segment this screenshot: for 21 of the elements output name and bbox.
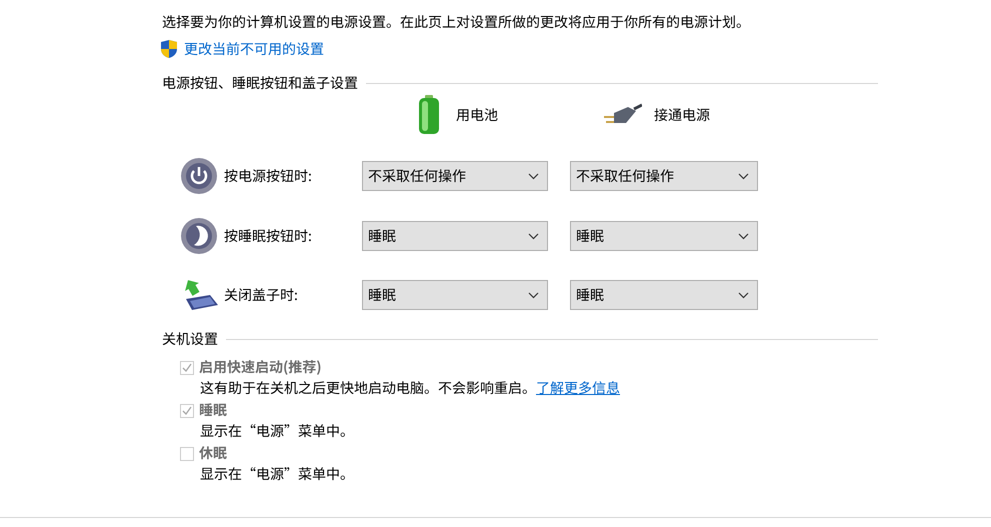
- row-label: 按睡眠按钮时:: [224, 226, 313, 246]
- row-label: 按电源按钮时:: [224, 166, 313, 186]
- action-dropdown[interactable]: 不采取任何操作: [362, 161, 548, 191]
- option-description: 显示在“电源”菜单中。: [200, 421, 355, 442]
- column-heading: 用电池: [456, 105, 498, 125]
- action-dropdown[interactable]: 不采取任何操作: [570, 161, 758, 191]
- column-heading: 接通电源: [654, 105, 710, 125]
- option-label: 启用快速启动(推荐): [199, 357, 322, 378]
- action-dropdown[interactable]: 睡眠: [570, 280, 758, 310]
- row-label: 关闭盖子时:: [224, 285, 299, 305]
- option-label: 休眠: [199, 443, 227, 464]
- section-title: 关机设置: [162, 329, 218, 349]
- action-dropdown[interactable]: 睡眠: [362, 221, 548, 251]
- option-description: 这有助于在关机之后更快地启动电脑。不会影响重启。了解更多信息: [200, 378, 621, 399]
- action-dropdown[interactable]: 睡眠: [570, 221, 758, 251]
- intro-text: 选择要为你的计算机设置的电源设置。在此页上对设置所做的更改将应用于你所有的电源计划。: [162, 11, 751, 34]
- change-settings-link[interactable]: 更改当前不可用的设置: [184, 39, 324, 59]
- option-label: 睡眠: [199, 400, 227, 421]
- option-description: 显示在“电源”菜单中。: [200, 464, 355, 485]
- action-dropdown[interactable]: 睡眠: [362, 280, 548, 310]
- section-title: 电源按钮、睡眠按钮和盖子设置: [162, 73, 358, 93]
